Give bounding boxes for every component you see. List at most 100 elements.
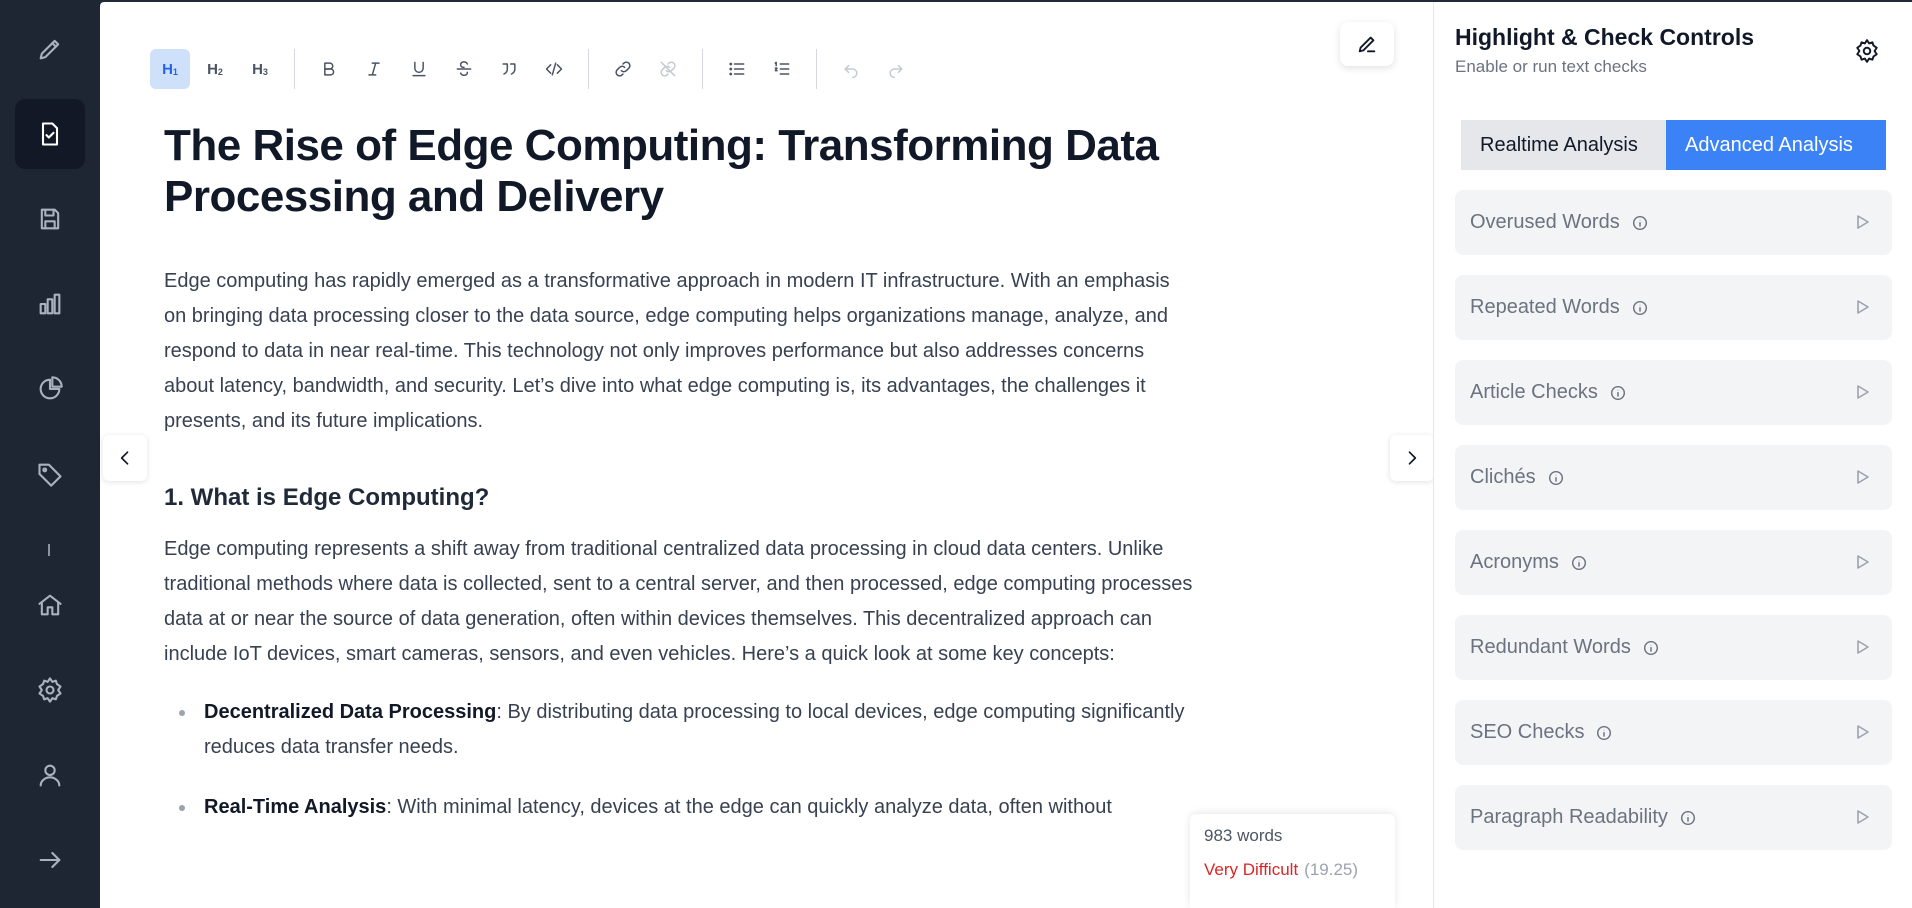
- check-label: SEO Checks: [1470, 721, 1585, 743]
- info-icon[interactable]: [1631, 214, 1649, 232]
- heading-2-button[interactable]: H2: [195, 49, 235, 89]
- unlink-button[interactable]: [648, 49, 688, 89]
- document-content[interactable]: The Rise of Edge Computing: Transforming…: [164, 120, 1194, 850]
- bullet-list-button[interactable]: [717, 49, 757, 89]
- ordered-list-icon: [774, 61, 790, 75]
- list-item-text: : With minimal latency, devices at the e…: [386, 796, 1112, 818]
- redo-icon: [889, 64, 903, 79]
- check-label: Overused Words: [1470, 211, 1620, 233]
- heading-1-label: H: [162, 60, 173, 78]
- check-redundant-words[interactable]: Redundant Words: [1455, 615, 1892, 680]
- play-icon: [1857, 385, 1869, 399]
- play-icon: [1857, 470, 1869, 484]
- panel-settings-button[interactable]: [1854, 38, 1880, 64]
- bar-chart-icon[interactable]: [15, 269, 85, 339]
- toolbar-divider: [588, 49, 589, 89]
- code-icon: [545, 62, 563, 76]
- quote-button[interactable]: [489, 49, 529, 89]
- heading-1-sub: 1: [172, 67, 178, 77]
- run-check-button[interactable]: [1852, 552, 1872, 572]
- run-check-button[interactable]: [1852, 467, 1872, 487]
- info-icon[interactable]: [1570, 554, 1588, 572]
- strikethrough-button[interactable]: [444, 49, 484, 89]
- list-item[interactable]: Real-Time Analysis: With minimal latency…: [164, 790, 1194, 825]
- play-icon: [1857, 810, 1869, 824]
- run-check-button[interactable]: [1852, 297, 1872, 317]
- save-icon[interactable]: [15, 184, 85, 254]
- concept-list: Decentralized Data Processing: By distri…: [164, 695, 1194, 825]
- check-acronyms[interactable]: Acronyms: [1455, 530, 1892, 595]
- arrow-right-icon[interactable]: [15, 825, 85, 895]
- italic-button[interactable]: [354, 49, 394, 89]
- code-button[interactable]: [534, 49, 574, 89]
- word-count: 983 words: [1204, 826, 1283, 845]
- link-button[interactable]: [603, 49, 643, 89]
- tab-advanced-analysis[interactable]: Advanced Analysis: [1666, 120, 1886, 170]
- quote-icon: [502, 63, 516, 75]
- ordered-list-button[interactable]: [762, 49, 802, 89]
- list-item-term: Real-Time Analysis: [204, 796, 387, 818]
- check-label: Article Checks: [1470, 381, 1598, 403]
- intro-paragraph[interactable]: Edge computing has rapidly emerged as a …: [164, 264, 1194, 439]
- link-icon: [615, 61, 631, 77]
- italic-icon: [368, 62, 380, 76]
- info-icon[interactable]: [1642, 639, 1660, 657]
- redo-button[interactable]: [876, 49, 916, 89]
- heading-3-sub: 3: [262, 67, 268, 77]
- home-icon[interactable]: [15, 570, 85, 640]
- play-icon: [1857, 215, 1869, 229]
- previous-button[interactable]: [103, 435, 147, 481]
- undo-icon: [844, 64, 858, 79]
- check-label: Repeated Words: [1470, 296, 1620, 318]
- info-icon[interactable]: [1547, 469, 1565, 487]
- info-icon[interactable]: [1595, 724, 1613, 742]
- play-icon: [1857, 300, 1869, 314]
- section-paragraph[interactable]: Edge computing represents a shift away f…: [164, 532, 1194, 672]
- info-icon[interactable]: [1679, 809, 1697, 827]
- readability-score: (19.25): [1304, 860, 1359, 879]
- rail-divider: [48, 544, 50, 556]
- check-label: Acronyms: [1470, 551, 1559, 573]
- bold-icon: [324, 62, 335, 76]
- document-title[interactable]: The Rise of Edge Computing: Transforming…: [164, 120, 1194, 222]
- pie-chart-icon[interactable]: [15, 354, 85, 424]
- user-icon[interactable]: [15, 740, 85, 810]
- heading-3-button[interactable]: H3: [240, 49, 280, 89]
- check-article-checks[interactable]: Article Checks: [1455, 360, 1892, 425]
- tag-icon[interactable]: [15, 439, 85, 509]
- left-nav-rail: [0, 0, 100, 908]
- document-stats: 983 words Very Difficult (19.25): [1190, 814, 1395, 908]
- check-repeated-words[interactable]: Repeated Words: [1455, 275, 1892, 340]
- toolbar-divider: [294, 49, 295, 89]
- panel-title: Highlight & Check Controls: [1455, 24, 1754, 50]
- info-icon[interactable]: [1631, 299, 1649, 317]
- check-cliches[interactable]: Clichés: [1455, 445, 1892, 510]
- check-overused-words[interactable]: Overused Words: [1455, 190, 1892, 255]
- run-check-button[interactable]: [1852, 637, 1872, 657]
- gear-icon: [1856, 39, 1878, 63]
- run-check-button[interactable]: [1852, 722, 1872, 742]
- undo-button[interactable]: [831, 49, 871, 89]
- check-paragraph-readability[interactable]: Paragraph Readability: [1455, 785, 1892, 850]
- run-check-button[interactable]: [1852, 382, 1872, 402]
- check-seo-checks[interactable]: SEO Checks: [1455, 700, 1892, 765]
- gear-icon[interactable]: [15, 655, 85, 725]
- tab-realtime-analysis[interactable]: Realtime Analysis: [1461, 120, 1666, 170]
- chevron-right-icon: [1408, 451, 1417, 465]
- underline-button[interactable]: [399, 49, 439, 89]
- heading-1-button[interactable]: H1: [150, 49, 190, 89]
- info-icon[interactable]: [1609, 384, 1627, 402]
- pencil-icon[interactable]: [15, 14, 85, 84]
- check-list: Overused Words Repeated Words Article Ch…: [1455, 190, 1892, 870]
- check-label: Paragraph Readability: [1470, 806, 1668, 828]
- readability-level: Very Difficult (19.25): [1204, 858, 1381, 882]
- list-item[interactable]: Decentralized Data Processing: By distri…: [164, 695, 1194, 765]
- run-check-button[interactable]: [1852, 212, 1872, 232]
- document-check-icon[interactable]: [15, 99, 85, 169]
- next-button[interactable]: [1390, 435, 1434, 481]
- play-icon: [1857, 725, 1869, 739]
- section-heading[interactable]: 1. What is Edge Computing?: [164, 483, 1194, 513]
- edit-mode-button[interactable]: [1340, 22, 1394, 66]
- run-check-button[interactable]: [1852, 807, 1872, 827]
- bold-button[interactable]: [309, 49, 349, 89]
